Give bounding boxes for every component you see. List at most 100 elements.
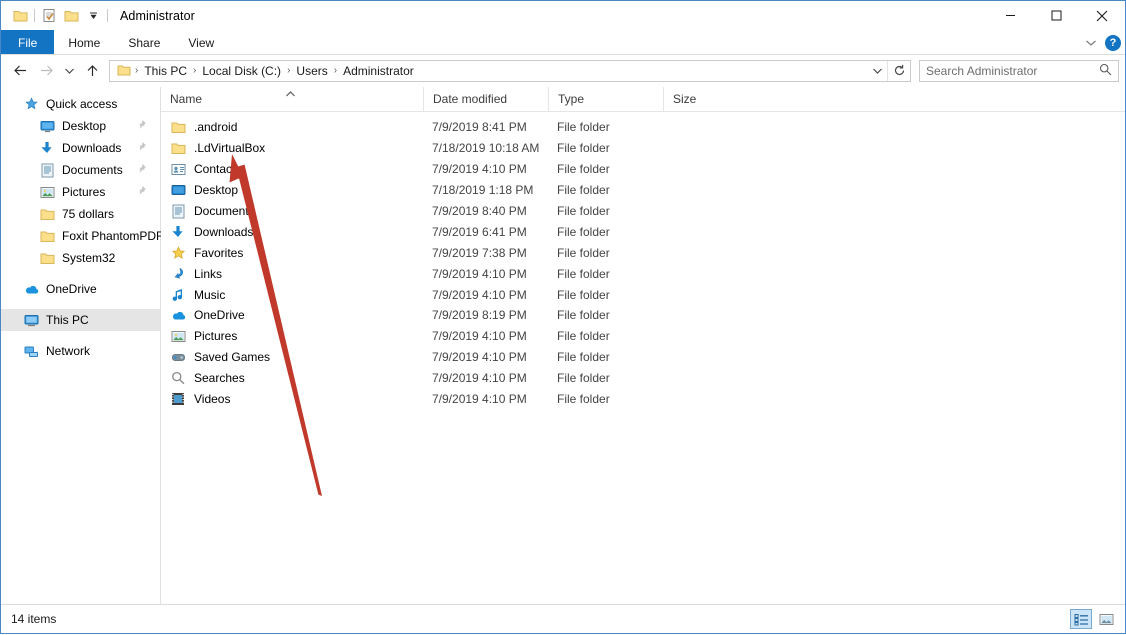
pin-icon[interactable] [136,163,147,177]
table-row[interactable]: OneDrive 7/9/2019 8:19 PM File folder [161,305,1125,326]
sidebar-item-75-dollars[interactable]: 75 dollars [1,203,160,225]
breadcrumb-item-users[interactable]: Users [291,64,332,78]
new-folder-icon[interactable] [60,5,82,27]
column-header-date-modified[interactable]: Date modified [423,87,548,111]
help-icon[interactable]: ? [1105,35,1121,51]
chevron-down-icon[interactable] [82,5,104,27]
file-explorer-window: Administrator File Home Share View ? [0,0,1126,634]
sidebar-item-quick-access[interactable]: Quick access [1,93,160,115]
tab-file[interactable]: File [1,30,54,55]
navigation-pane: Quick access Desktop Downloads [1,87,161,604]
column-label: Name [170,92,202,106]
breadcrumb-item-this-pc[interactable]: This PC [139,64,192,78]
file-type: File folder [548,288,663,302]
up-button[interactable] [79,58,105,84]
file-type: File folder [548,350,663,364]
file-type: File folder [548,371,663,385]
sidebar-item-foxit-phantompdf[interactable]: Foxit PhantomPDF [1,225,160,247]
file-date: 7/18/2019 10:18 AM [423,141,548,155]
video-filmstrip-icon [170,391,186,407]
close-button[interactable] [1079,1,1125,30]
minimize-button[interactable] [987,1,1033,30]
table-row[interactable]: Saved Games 7/9/2019 4:10 PM File folder [161,347,1125,368]
file-date: 7/9/2019 4:10 PM [423,329,548,343]
large-icons-view-button[interactable] [1095,609,1117,629]
table-row[interactable]: Searches 7/9/2019 4:10 PM File folder [161,368,1125,389]
breadcrumb-item-administrator[interactable]: Administrator [338,64,419,78]
sidebar-item-downloads[interactable]: Downloads [1,137,160,159]
sidebar-spacer [1,331,160,340]
file-name-cell: .android [161,119,423,135]
pin-icon[interactable] [136,141,147,155]
search-icon[interactable] [1099,63,1112,79]
table-row[interactable]: Videos 7/9/2019 4:10 PM File folder [161,389,1125,410]
column-header-name[interactable]: Name [161,87,423,111]
address-bar[interactable]: › This PC › Local Disk (C:) › Users › Ad… [109,60,911,82]
document-icon [39,162,55,178]
file-name-cell: Saved Games [161,349,423,365]
table-row[interactable]: Links 7/9/2019 4:10 PM File folder [161,263,1125,284]
file-name: Desktop [194,183,238,197]
sidebar-item-this-pc[interactable]: This PC [1,309,160,331]
document-icon [170,203,186,219]
sidebar-label: Pictures [62,185,105,199]
table-row[interactable]: Desktop 7/18/2019 1:18 PM File folder [161,180,1125,201]
details-view-button[interactable] [1070,609,1092,629]
sidebar-spacer [1,300,160,309]
file-name-cell: Documents [161,203,423,219]
file-name: Music [194,288,225,302]
music-note-icon [170,287,186,303]
download-arrow-icon [39,140,55,156]
table-row[interactable]: Downloads 7/9/2019 6:41 PM File folder [161,221,1125,242]
file-type: File folder [548,392,663,406]
table-row[interactable]: Pictures 7/9/2019 4:10 PM File folder [161,326,1125,347]
contacts-icon [170,161,186,177]
table-row[interactable]: .android 7/9/2019 8:41 PM File folder [161,117,1125,138]
folder-icon[interactable] [9,5,31,27]
table-row[interactable]: Music 7/9/2019 4:10 PM File folder [161,284,1125,305]
toolbar-divider [34,9,35,22]
folder-icon [39,228,55,244]
pin-icon[interactable] [136,119,147,133]
file-name-cell: Favorites [161,245,423,261]
tab-home[interactable]: Home [54,30,114,55]
table-row[interactable]: .LdVirtualBox 7/18/2019 10:18 AM File fo… [161,138,1125,159]
table-row[interactable]: Contacts 7/9/2019 4:10 PM File folder [161,159,1125,180]
sidebar-item-documents[interactable]: Documents [1,159,160,181]
column-header-size[interactable]: Size [663,87,746,111]
sidebar-label: Documents [62,163,123,177]
recent-locations-button[interactable] [59,58,79,84]
back-button[interactable] [7,58,33,84]
file-date: 7/9/2019 8:19 PM [423,308,548,322]
chevron-down-icon[interactable] [1085,36,1097,50]
search-box[interactable]: Search Administrator [919,60,1119,82]
forward-button[interactable] [33,58,59,84]
refresh-icon[interactable] [887,61,910,81]
column-header-type[interactable]: Type [548,87,663,111]
breadcrumb-item-local-disk[interactable]: Local Disk (C:) [197,64,286,78]
tab-view[interactable]: View [174,30,228,55]
search-input[interactable]: Search Administrator [926,64,1099,78]
sidebar-item-pictures[interactable]: Pictures [1,181,160,203]
table-row[interactable]: Favorites 7/9/2019 7:38 PM File folder [161,242,1125,263]
sidebar-item-desktop[interactable]: Desktop [1,115,160,137]
sidebar-item-system32[interactable]: System32 [1,247,160,269]
file-date: 7/9/2019 4:10 PM [423,392,548,406]
tab-share[interactable]: Share [114,30,174,55]
file-name: Videos [194,392,230,406]
pin-icon[interactable] [136,185,147,199]
sidebar-label: Quick access [46,97,117,111]
download-arrow-icon [170,224,186,240]
maximize-button[interactable] [1033,1,1079,30]
file-type: File folder [548,120,663,134]
file-date: 7/9/2019 7:38 PM [423,246,548,260]
file-name: Downloads [194,225,253,239]
properties-icon[interactable] [38,5,60,27]
sidebar-label: Network [46,344,90,358]
file-name-cell: Links [161,266,423,282]
sidebar-item-network[interactable]: Network [1,340,160,362]
file-type: File folder [548,267,663,281]
sidebar-item-onedrive[interactable]: OneDrive [1,278,160,300]
chevron-down-icon[interactable] [867,67,887,75]
table-row[interactable]: Documents 7/9/2019 8:40 PM File folder [161,201,1125,222]
